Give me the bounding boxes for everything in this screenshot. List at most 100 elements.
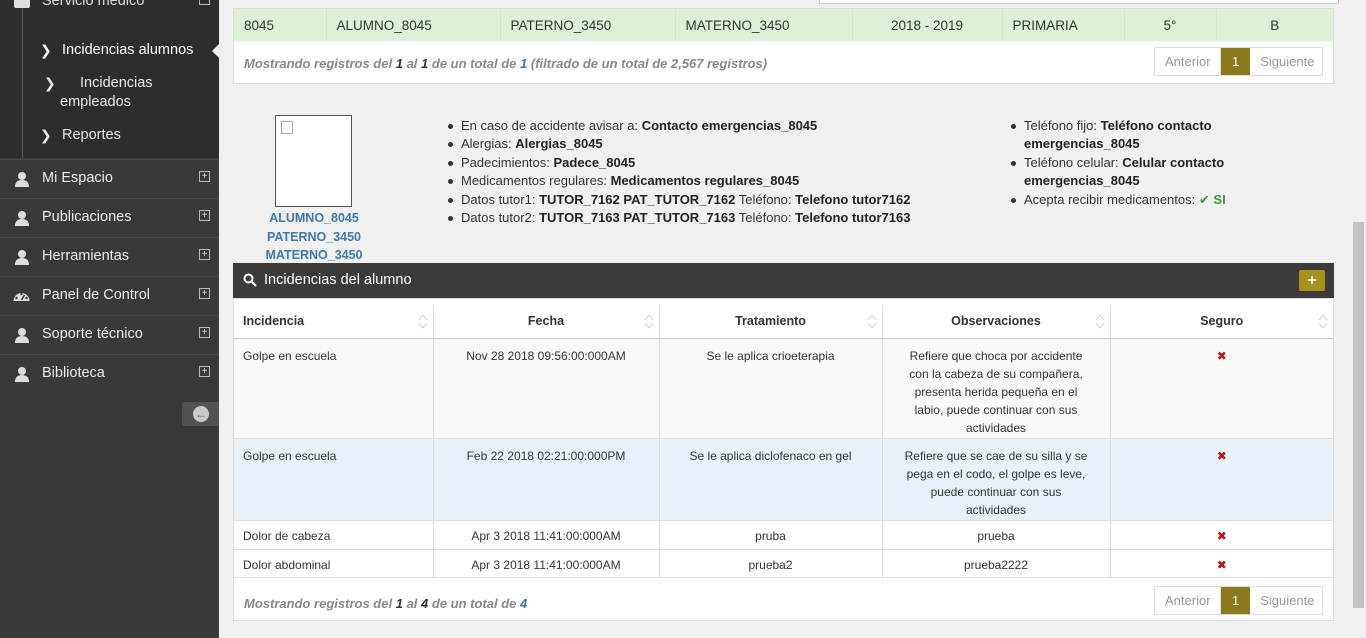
pagination-prev-button[interactable]: Anterior [1155, 587, 1221, 614]
cell-tratamiento: Se le aplica diclofenaco en gel [659, 438, 883, 521]
sidebar-item-herramientas[interactable]: Herramientas + [0, 237, 219, 276]
column-header-incidencia[interactable]: Incidencia [234, 305, 434, 339]
chevron-right-icon: ❯ [40, 42, 52, 58]
arrow-left-circle-icon: ← [193, 406, 209, 422]
pagination-next-button[interactable]: Siguiente [1250, 587, 1322, 614]
vertical-scrollbar[interactable] [1351, 0, 1366, 638]
info-to-word: al [406, 56, 418, 71]
cell-incidencia: Golpe en escuela [234, 338, 434, 439]
student-details-right: Teléfono fijo: Teléfono contacto emergenc… [1011, 117, 1271, 209]
user-icon [15, 367, 29, 382]
table-header-row: Incidencia Fecha Tratamiento Observacion… [234, 305, 1333, 339]
pagination-current-page[interactable]: 1 [1221, 48, 1251, 75]
search-icon [243, 273, 257, 287]
cell-seguro: ✖ [1110, 549, 1333, 578]
table-row[interactable]: Golpe en escuela Nov 28 2018 09:56:00:00… [234, 338, 1333, 439]
check-icon: ✔ [1198, 191, 1210, 207]
info-total: 1 [520, 56, 528, 71]
pagination-current-page[interactable]: 1 [1221, 587, 1251, 614]
info-filtered: (filtrado de un total de 2,567 registros… [530, 56, 768, 71]
info-prefix: Mostrando registros del [244, 56, 393, 71]
column-header-fecha[interactable]: Fecha [433, 305, 660, 339]
column-header-tratamiento[interactable]: Tratamiento [659, 305, 883, 339]
cell-observaciones: Refiere que choca por accidente con la c… [882, 338, 1111, 439]
user-icon [15, 250, 29, 265]
pagination-prev-button[interactable]: Anterior [1155, 48, 1221, 75]
sidebar-item-label: Incidencias empleados [60, 75, 153, 110]
pagination-next-button[interactable]: Siguiente [1250, 48, 1322, 75]
sidebar-item-incidencias-alumnos[interactable]: ❯ Incidencias alumnos [40, 41, 193, 60]
cell-seguro: ✖ [1110, 338, 1333, 439]
detail-cellphone: Teléfono celular: Celular contacto emerge… [1011, 154, 1271, 191]
sort-icon [1318, 314, 1328, 329]
table-cell: MATERNO_3450 [675, 9, 853, 41]
times-icon: ✖ [1216, 557, 1227, 572]
student-photo [275, 115, 352, 207]
student-details-left: En caso de accidente avisar a: Contacto … [448, 117, 910, 227]
info-from: 1 [395, 56, 403, 71]
sidebar-item-label: Reportes [62, 127, 121, 143]
info-total: 4 [520, 596, 528, 611]
medical-icon [14, 0, 30, 8]
add-incident-button[interactable]: + [1299, 270, 1325, 291]
student-paternal-name: PATERNO_3450 [266, 229, 362, 244]
info-to-word: al [406, 596, 418, 611]
sidebar-item-mi-espacio[interactable]: Mi Espacio + [0, 159, 219, 198]
sidebar-item-label: Herramientas [42, 248, 130, 264]
info-total-word: de un total de [431, 596, 517, 611]
user-icon [15, 328, 29, 343]
collapse-icon[interactable] [199, 0, 210, 5]
student-name[interactable]: ALUMNO_8045 PATERNO_3450 MATERNO_3450 [259, 209, 369, 265]
cell-observaciones: Refiere que se cae de su silla y se pega… [882, 438, 1111, 521]
expand-icon: + [199, 171, 210, 182]
sort-icon [418, 314, 427, 329]
user-icon [15, 172, 29, 187]
table-row[interactable]: Golpe en escuela Feb 22 2018 02:21:00:00… [234, 438, 1333, 521]
sidebar-item-incidencias-empleados[interactable]: ❯ Incidencias empleados [42, 74, 202, 112]
info-prefix: Mostrando registros del [244, 596, 393, 611]
student-first-name: ALUMNO_8045 [269, 211, 359, 225]
scrollbar-thumb[interactable] [1353, 222, 1364, 608]
sort-icon [1095, 314, 1104, 329]
detail-emergency-contact: En caso de accidente avisar a: Contacto … [448, 117, 910, 135]
table-cell: 2018 - 2019 [852, 9, 1003, 41]
sidebar-item-biblioteca[interactable]: Biblioteca + [0, 354, 219, 393]
expand-icon: + [199, 288, 210, 299]
column-header-observaciones[interactable]: Observaciones [882, 305, 1111, 339]
sidebar-item-publicaciones[interactable]: Publicaciones + [0, 198, 219, 237]
detail-medications: Medicamentos regulares: Medicamentos reg… [448, 172, 910, 190]
student-maternal-name: MATERNO_3450 [265, 248, 363, 262]
info-to: 4 [421, 596, 429, 611]
detail-allergies: Alergias: Alergias_8045 [448, 135, 910, 153]
table-cell: B [1270, 17, 1280, 33]
active-indicator [212, 44, 219, 58]
table-row[interactable]: Dolor de cabeza Apr 3 2018 11:41:00:000A… [234, 520, 1333, 550]
cell-fecha: Feb 22 2018 02:21:00:000PM [433, 438, 660, 521]
info-from: 1 [395, 596, 403, 611]
cell-seguro: ✖ [1110, 520, 1333, 550]
detail-conditions: Padecimientos: Padece_8045 [448, 154, 910, 172]
sidebar-item-label: Soporte técnico [42, 326, 143, 342]
chevron-right-icon: ❯ [44, 75, 56, 91]
sidebar-item-soporte-tecnico[interactable]: Soporte técnico + [0, 315, 219, 354]
table-cell: ALUMNO_8045 [326, 9, 501, 41]
table-row[interactable]: Dolor abdominal Apr 3 2018 11:41:00:000A… [234, 549, 1333, 578]
cell-fecha: Apr 3 2018 11:41:00:000AM [433, 549, 660, 578]
submenu-divider [22, 0, 23, 158]
students-table: 8045 ALUMNO_8045 PATERNO_3450 MATERNO_34… [234, 9, 1333, 41]
detail-tutor1: Datos tutor1: TUTOR_7162 PAT_TUTOR_7162 … [448, 191, 910, 209]
cell-tratamiento: Se le aplica crioeterapia [659, 338, 883, 439]
sidebar-collapse-button[interactable]: ← [182, 402, 219, 426]
incidents-header: Incidencias del alumno + [233, 263, 1334, 298]
table-row[interactable]: 8045 ALUMNO_8045 PATERNO_3450 MATERNO_34… [234, 9, 1333, 41]
sidebar-item-panel-de-control[interactable]: Panel de Control + [0, 276, 219, 315]
chevron-right-icon: ❯ [40, 127, 52, 143]
sidebar-item-reportes[interactable]: ❯ Reportes [40, 126, 121, 145]
sidebar-section-title[interactable]: Servicio médico [42, 0, 144, 9]
info-total-word: de un total de [431, 56, 517, 71]
column-header-seguro[interactable]: Seguro [1110, 305, 1333, 339]
sidebar-item-label: Panel de Control [42, 287, 151, 303]
times-icon: ✖ [1216, 528, 1227, 543]
table-info: Mostrando registros del 1 al 1 de un tot… [244, 56, 767, 71]
search-input-edge[interactable] [819, 0, 1339, 4]
